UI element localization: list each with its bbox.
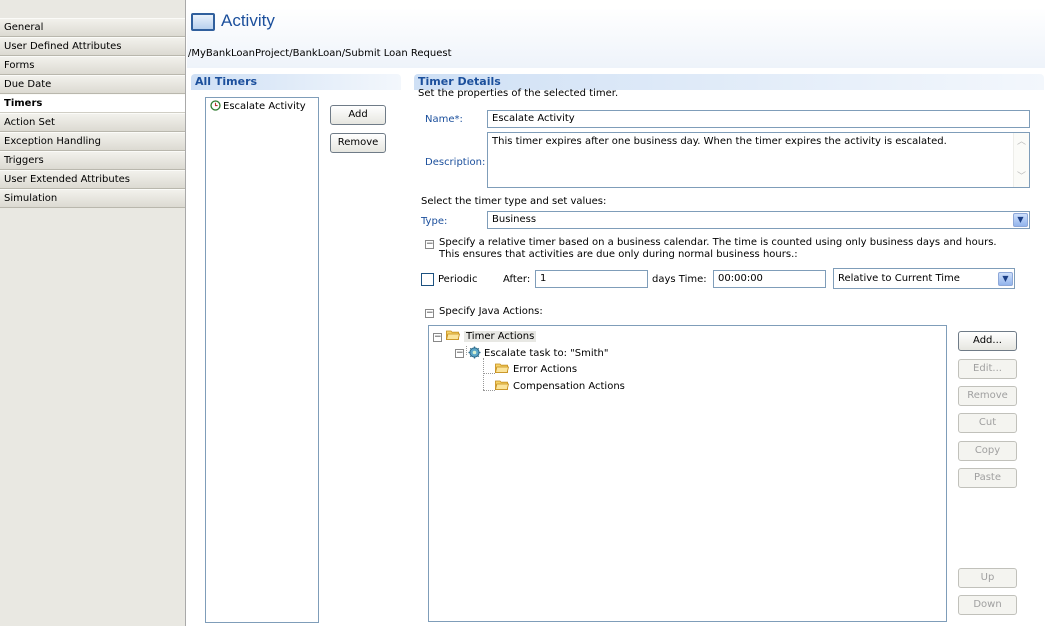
- periodic-checkbox[interactable]: [421, 273, 434, 286]
- timer-icon: [210, 100, 221, 111]
- days-time-label: days Time:: [652, 274, 707, 285]
- remove-action-button[interactable]: Remove: [958, 386, 1017, 406]
- select-type-text: Select the timer type and set values:: [421, 196, 607, 207]
- type-select[interactable]: Business ▼: [487, 211, 1030, 229]
- page-title: Activity: [221, 11, 275, 30]
- add-action-button[interactable]: Add...: [958, 331, 1017, 351]
- timer-list-item-label: Escalate Activity: [223, 101, 306, 112]
- description-field[interactable]: This timer expires after one business da…: [487, 132, 1030, 188]
- activity-icon: [191, 13, 215, 31]
- nav-item-action-set[interactable]: Action Set: [0, 113, 185, 132]
- relative-to-value: Relative to Current Time: [838, 273, 960, 284]
- copy-action-button[interactable]: Copy: [958, 441, 1017, 461]
- type-label: Type:: [421, 216, 448, 227]
- folder-open-icon: [495, 380, 509, 390]
- type-select-value: Business: [492, 214, 537, 225]
- details-intro-text: Set the properties of the selected timer…: [418, 88, 619, 99]
- tree-node-label: Error Actions: [513, 364, 578, 375]
- edit-action-button[interactable]: Edit...: [958, 359, 1017, 379]
- timer-list[interactable]: Escalate Activity: [205, 97, 319, 623]
- nav-item-exception-handling[interactable]: Exception Handling: [0, 132, 185, 151]
- tree-node-escalate-task[interactable]: Escalate task to: "Smith": [468, 346, 608, 359]
- up-action-button[interactable]: Up: [958, 568, 1017, 588]
- collapse-timer-actions-icon[interactable]: −: [433, 333, 442, 342]
- nav-item-timers[interactable]: Timers: [0, 94, 185, 113]
- collapse-relative-icon[interactable]: −: [425, 240, 434, 249]
- scroll-down-icon[interactable]: ﹀: [1016, 172, 1027, 183]
- description-text: This timer expires after one business da…: [492, 136, 947, 147]
- paste-action-button[interactable]: Paste: [958, 468, 1017, 488]
- java-actions-tree[interactable]: − Timer Actions − Escalate task to: "Smi…: [428, 325, 947, 622]
- after-label: After:: [503, 274, 531, 285]
- list-item[interactable]: Escalate Activity: [210, 100, 306, 112]
- nav-item-general[interactable]: General: [0, 18, 185, 37]
- name-label: Name*:: [425, 114, 463, 125]
- side-nav: General User Defined Attributes Forms Du…: [0, 0, 186, 626]
- description-label: Description:: [425, 157, 486, 168]
- tree-node-error-actions[interactable]: Error Actions: [495, 363, 577, 375]
- folder-open-icon: [495, 363, 509, 373]
- chevron-down-icon[interactable]: ▼: [998, 272, 1013, 286]
- tree-node-label: Compensation Actions: [513, 381, 625, 392]
- chevron-down-icon[interactable]: ▼: [1013, 213, 1028, 227]
- breadcrumb: /MyBankLoanProject/BankLoan/Submit Loan …: [188, 48, 452, 59]
- add-timer-button[interactable]: Add: [330, 105, 386, 125]
- nav-item-user-extended-attributes[interactable]: User Extended Attributes: [0, 170, 185, 189]
- nav-item-forms[interactable]: Forms: [0, 56, 185, 75]
- java-actions-label: Specify Java Actions:: [439, 306, 543, 317]
- relative-to-select[interactable]: Relative to Current Time ▼: [833, 268, 1015, 289]
- gear-icon: [468, 346, 481, 359]
- nav-item-user-defined-attributes[interactable]: User Defined Attributes: [0, 37, 185, 56]
- nav-item-simulation[interactable]: Simulation: [0, 189, 185, 208]
- nav-item-due-date[interactable]: Due Date: [0, 75, 185, 94]
- cut-action-button[interactable]: Cut: [958, 413, 1017, 433]
- down-action-button[interactable]: Down: [958, 595, 1017, 615]
- periodic-label: Periodic: [438, 274, 478, 285]
- remove-timer-button[interactable]: Remove: [330, 133, 386, 153]
- all-timers-heading: All Timers: [191, 74, 401, 90]
- time-field[interactable]: 00:00:00: [713, 270, 826, 288]
- folder-open-icon: [446, 330, 460, 340]
- tree-node-compensation-actions[interactable]: Compensation Actions: [495, 380, 625, 392]
- collapse-java-actions-icon[interactable]: −: [425, 309, 434, 318]
- relative-timer-text-2: This ensures that activities are due onl…: [439, 249, 798, 260]
- nav-item-triggers[interactable]: Triggers: [0, 151, 185, 170]
- tree-node-label: Timer Actions: [464, 331, 537, 342]
- tree-node-timer-actions[interactable]: Timer Actions: [446, 330, 537, 342]
- after-field[interactable]: 1: [535, 270, 648, 288]
- collapse-escalate-icon[interactable]: −: [455, 349, 464, 358]
- name-field[interactable]: Escalate Activity: [487, 110, 1030, 128]
- description-scrollbar[interactable]: ︿ ﹀: [1013, 133, 1029, 187]
- page-header: Activity /MyBankLoanProject/BankLoan/Sub…: [187, 8, 1045, 68]
- scroll-up-icon[interactable]: ︿: [1016, 137, 1027, 148]
- relative-timer-text-1: Specify a relative timer based on a busi…: [439, 237, 997, 248]
- tree-node-label: Escalate task to: "Smith": [484, 348, 609, 359]
